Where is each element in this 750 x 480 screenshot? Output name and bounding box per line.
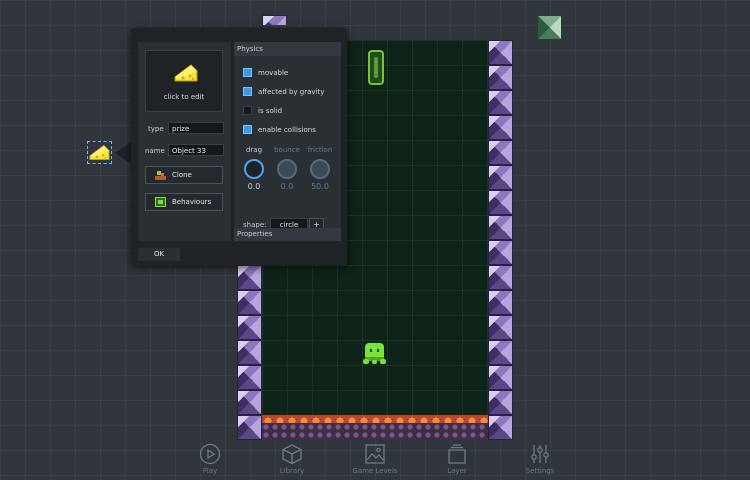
bounce-dial[interactable]: [277, 159, 297, 179]
cheese-icon: [174, 64, 198, 82]
physics-panel: Physics movable affected by gravity is s…: [234, 42, 341, 241]
game-levels-button[interactable]: Game Levels: [345, 443, 405, 479]
collisions-label: enable collisions: [258, 126, 316, 134]
stud-block: [488, 40, 513, 65]
bounce-value: 0.0: [280, 182, 294, 191]
stud-block: [488, 415, 513, 440]
green-pill-object[interactable]: [368, 50, 384, 85]
play-label: Play: [202, 467, 218, 475]
clone-label: Clone: [172, 171, 192, 179]
edit-image-button[interactable]: click to edit: [145, 50, 223, 112]
stud-block: [488, 115, 513, 140]
stud-block: [488, 215, 513, 240]
cube-icon: [282, 444, 302, 465]
stud-block: [237, 415, 262, 440]
properties-heading: Properties: [237, 230, 273, 238]
popup-pointer: [115, 142, 131, 164]
behaviours-label: Behaviours: [172, 198, 212, 206]
stud-block: [488, 365, 513, 390]
bounce-title: bounce: [274, 146, 300, 154]
physics-heading: Physics: [237, 45, 263, 53]
drag-value: 0.0: [247, 182, 261, 191]
friction-value: 50.0: [311, 182, 329, 191]
gravity-checkbox[interactable]: [243, 87, 252, 96]
stud-block: [488, 390, 513, 415]
name-field[interactable]: Object 33: [168, 144, 224, 156]
stud-block: [488, 65, 513, 90]
game-levels-label: Game Levels: [352, 467, 398, 475]
clone-icon: [155, 171, 166, 180]
ok-button[interactable]: OK: [138, 248, 180, 261]
behaviours-button[interactable]: Behaviours: [145, 193, 223, 211]
stud-block: [488, 90, 513, 115]
type-label: type: [148, 125, 164, 133]
friction-title: friction: [307, 146, 333, 154]
bottom-toolbar: Play Library Game Levels Layer Settings: [0, 440, 750, 480]
stud-block: [488, 240, 513, 265]
stud-block: [237, 290, 262, 315]
right-wall: [488, 40, 513, 440]
stud-block: [488, 340, 513, 365]
friction-dial[interactable]: [310, 159, 330, 179]
settings-button[interactable]: Settings: [510, 443, 570, 479]
image-icon: [365, 444, 385, 464]
stud-block: [237, 390, 262, 415]
cheese-icon: [89, 144, 110, 160]
movable-label: movable: [258, 69, 289, 77]
drag-dial[interactable]: [244, 159, 264, 179]
collisions-checkbox[interactable]: [243, 125, 252, 134]
stud-block: [237, 265, 262, 290]
object-panel: click to edit type prize name Object 33 …: [138, 42, 231, 241]
layers-icon: [448, 444, 466, 464]
stud-block: [237, 340, 262, 365]
stud-block: [237, 315, 262, 340]
stud-block: [488, 190, 513, 215]
stud-block: [488, 165, 513, 190]
stud-block-top: [262, 15, 287, 25]
play-button[interactable]: Play: [180, 443, 240, 479]
play-icon: [199, 443, 221, 465]
settings-label: Settings: [525, 467, 555, 475]
properties-header[interactable]: Properties: [234, 228, 341, 241]
left-wall: [237, 265, 262, 440]
gravity-label: affected by gravity: [258, 88, 325, 96]
green-block[interactable]: [537, 15, 562, 40]
stud-block: [488, 315, 513, 340]
selected-object[interactable]: [87, 141, 112, 164]
stud-block: [488, 265, 513, 290]
stud-block: [237, 365, 262, 390]
sliders-icon: [531, 445, 549, 463]
solid-label: is solid: [258, 107, 283, 115]
movable-checkbox[interactable]: [243, 68, 252, 77]
clone-button[interactable]: Clone: [145, 166, 223, 184]
type-field[interactable]: prize: [168, 122, 224, 134]
physics-header: Physics: [234, 42, 341, 56]
layer-button[interactable]: Layer: [427, 443, 487, 479]
library-button[interactable]: Library: [262, 443, 322, 479]
layer-label: Layer: [447, 467, 467, 475]
behaviours-icon: [155, 197, 166, 207]
stud-block: [488, 140, 513, 165]
object-properties-popup: click to edit type prize name Object 33 …: [131, 28, 347, 266]
stud-block: [488, 290, 513, 315]
drag-title: drag: [245, 146, 263, 154]
edit-label: click to edit: [163, 93, 205, 101]
lava-floor-base: [262, 423, 488, 440]
library-label: Library: [279, 467, 305, 475]
slime-character[interactable]: [362, 341, 387, 365]
solid-checkbox[interactable]: [243, 106, 252, 115]
name-label: name: [145, 147, 165, 155]
